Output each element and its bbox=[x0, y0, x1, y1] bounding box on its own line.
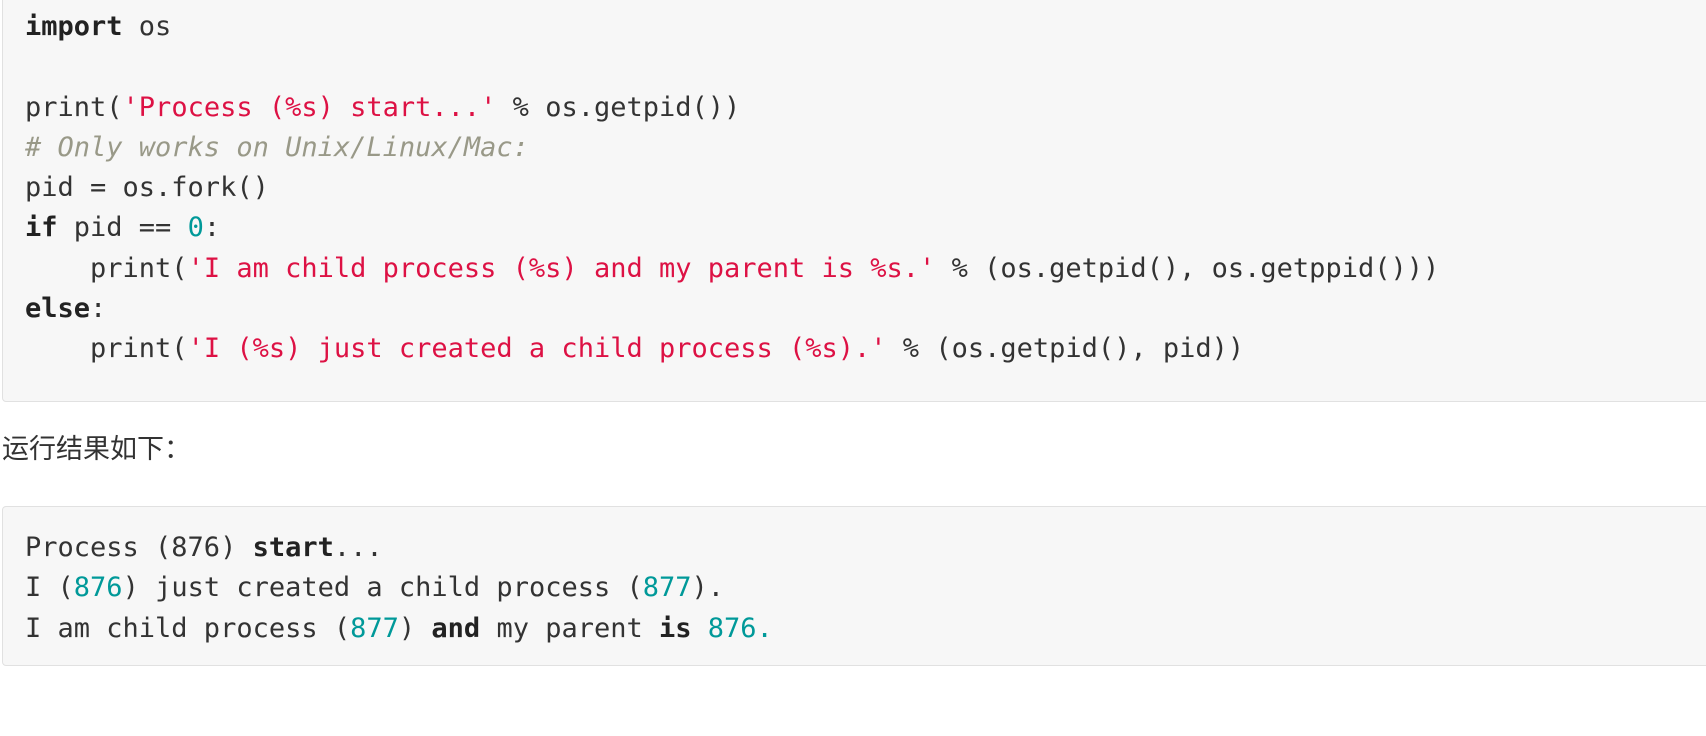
code-block-source: import os print('Process (%s) start...' … bbox=[2, 0, 1706, 402]
output-token-bold: and bbox=[431, 612, 481, 644]
code-token: print( bbox=[25, 252, 188, 284]
output-token: ) just created a child process ( bbox=[122, 572, 643, 604]
output-token bbox=[692, 613, 708, 644]
output-token-number: 876 bbox=[73, 572, 123, 604]
output-token-number: 877 bbox=[350, 612, 399, 644]
code-token: % (os.getpid(), pid)) bbox=[886, 333, 1245, 365]
output-token: ). bbox=[691, 572, 725, 604]
code-token: % os.getpid()) bbox=[496, 91, 741, 123]
code-token: : bbox=[90, 293, 107, 325]
output-token: Process (876) bbox=[25, 532, 253, 563]
code-token: print( bbox=[25, 91, 123, 123]
code-line: print('I (%s) just created a child proce… bbox=[25, 329, 1706, 369]
code-token: print( bbox=[25, 333, 188, 365]
code-block-output: Process (876) start... I (876) just crea… bbox=[2, 506, 1706, 666]
code-token: : bbox=[203, 212, 221, 244]
output-line: I (876) just created a child process (87… bbox=[25, 568, 1706, 608]
code-token: % (os.getpid(), os.getppid())) bbox=[935, 252, 1440, 284]
output-token: ... bbox=[333, 532, 383, 563]
code-token: pid == bbox=[57, 212, 188, 244]
code-line: print('I am child process (%s) and my pa… bbox=[25, 249, 1706, 289]
code-line: pid = os.fork() bbox=[25, 168, 1706, 208]
output-token-number: 876. bbox=[707, 612, 773, 644]
code-line: if pid == 0: bbox=[25, 208, 1706, 248]
output-token-bold: is bbox=[659, 612, 692, 644]
code-token: pid = os.fork() bbox=[25, 172, 269, 204]
output-line: I am child process (877) and my parent i… bbox=[25, 609, 1706, 649]
code-token-number: 0 bbox=[187, 212, 204, 244]
code-token-string: 'Process (%s) start...' bbox=[122, 91, 497, 123]
output-token: my parent bbox=[480, 612, 659, 644]
code-token-comment: # Only works on Unix/Linux/Mac: bbox=[25, 131, 529, 163]
output-token-bold: start bbox=[252, 532, 334, 563]
code-token-string: 'I (%s) just created a child process (%s… bbox=[187, 333, 887, 365]
code-token-keyword: else bbox=[25, 293, 91, 325]
output-token-number: 877 bbox=[642, 572, 692, 604]
code-token-keyword: import bbox=[25, 11, 123, 42]
code-line: print('Process (%s) start...' % os.getpi… bbox=[25, 88, 1706, 128]
output-line: Process (876) start... bbox=[25, 528, 1706, 568]
code-line: import os bbox=[25, 7, 1706, 47]
code-token: os bbox=[122, 11, 172, 42]
code-token-string: 'I am child process (%s) and my parent i… bbox=[187, 252, 936, 284]
code-line: else: bbox=[25, 289, 1706, 329]
result-label: 运行结果如下： bbox=[2, 434, 191, 465]
code-line: # Only works on Unix/Linux/Mac: bbox=[25, 128, 1706, 168]
code-token-keyword: if bbox=[25, 212, 58, 244]
output-token: I ( bbox=[25, 572, 74, 604]
output-token: I am child process ( bbox=[25, 612, 351, 644]
output-token: ) bbox=[398, 612, 432, 644]
